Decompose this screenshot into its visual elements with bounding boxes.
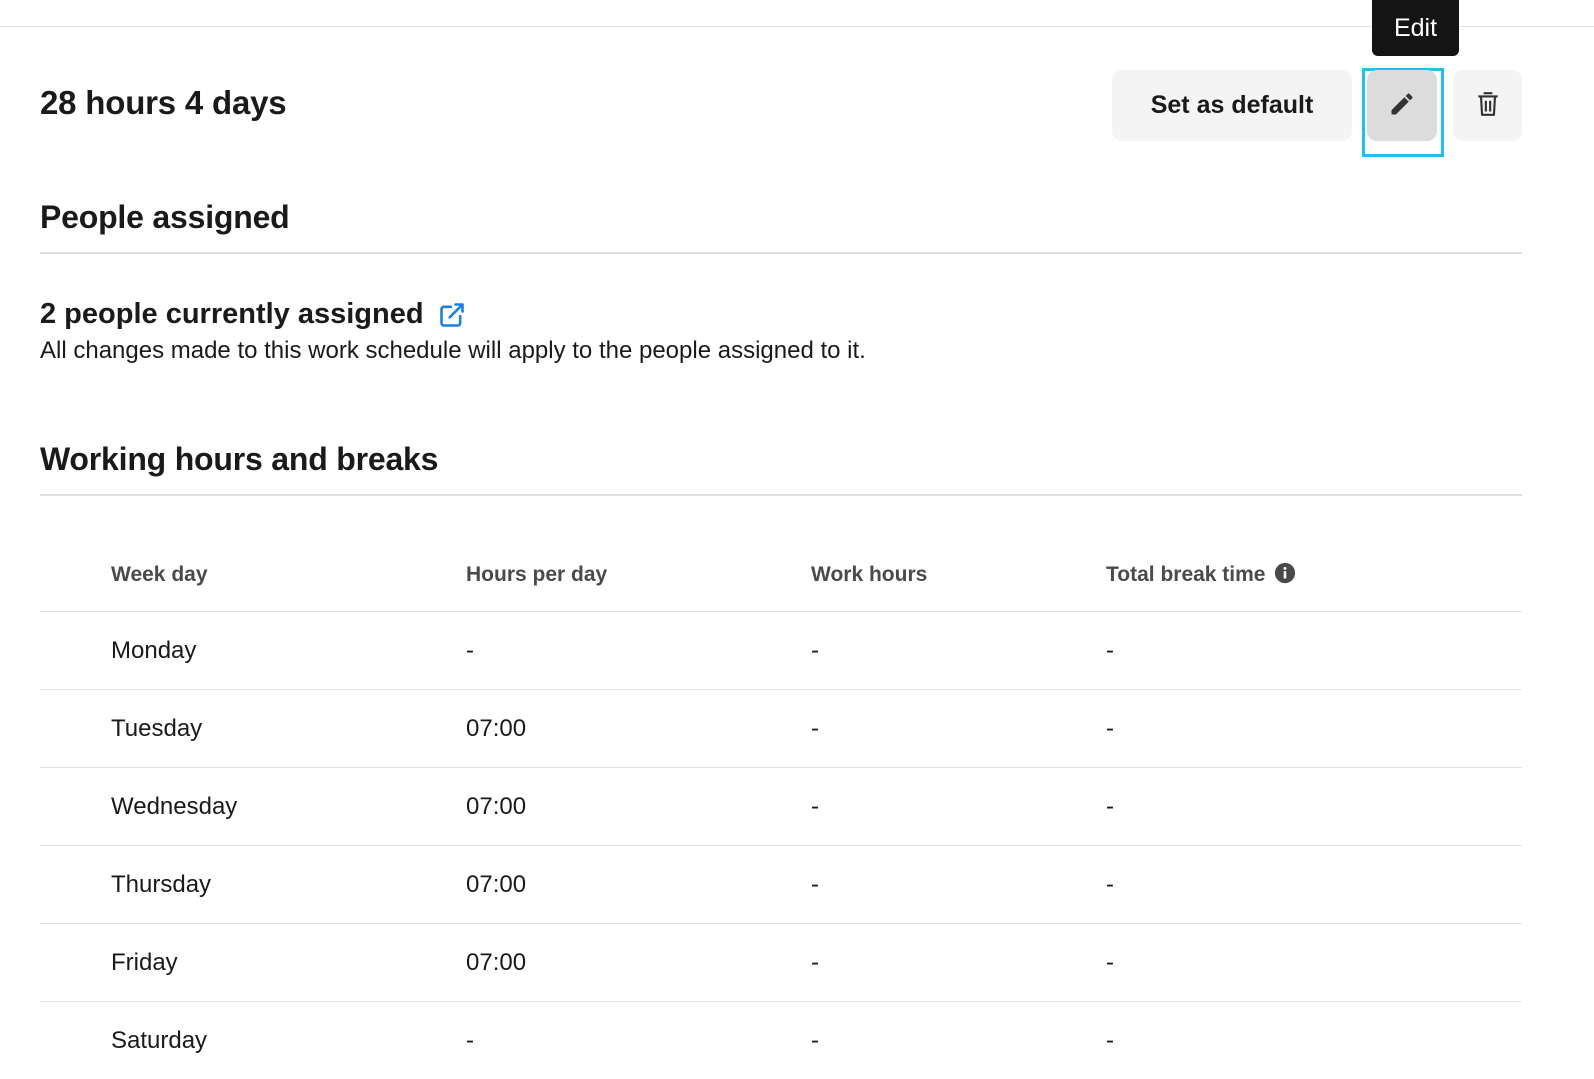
week-day-cell: Wednesday [40,768,466,846]
column-header-label: Total break time [1106,563,1266,586]
table-row: Thursday 07:00 - - [40,846,1522,924]
work-hours-cell: - [811,1002,1106,1079]
column-header-work-hours: Work hours [811,538,1106,612]
table-header-row: Week day Hours per day Work hours Total … [40,538,1522,612]
working-hours-table: Week day Hours per day Work hours Total … [40,538,1522,1079]
set-as-default-button[interactable]: Set as default [1112,70,1352,141]
break-time-cell: - [1106,768,1522,846]
top-divider [0,26,1594,27]
table-row: Friday 07:00 - - [40,924,1522,1002]
work-hours-cell: - [811,846,1106,924]
column-header-hours-per-day: Hours per day [466,538,811,612]
table-row: Tuesday 07:00 - - [40,690,1522,768]
break-time-cell: - [1106,924,1522,1002]
pencil-icon [1388,90,1416,121]
hours-per-day-cell: 07:00 [466,846,811,924]
table-row: Monday - - - [40,612,1522,690]
people-assigned-count: 2 people currently assigned [40,298,424,331]
table-row: Saturday - - - [40,1002,1522,1079]
column-header-week-day: Week day [40,538,466,612]
trash-icon [1475,90,1501,121]
break-time-cell: - [1106,846,1522,924]
work-hours-cell: - [811,924,1106,1002]
people-assigned-description: All changes made to this work schedule w… [40,337,866,365]
section-divider [40,494,1522,496]
hours-per-day-cell: 07:00 [466,768,811,846]
working-hours-heading: Working hours and breaks [40,441,438,478]
delete-button[interactable] [1453,70,1522,141]
people-assigned-title: 2 people currently assigned [40,298,466,331]
edit-tooltip: Edit [1372,0,1459,56]
people-assigned-heading: People assigned [40,199,290,236]
week-day-cell: Thursday [40,846,466,924]
hours-per-day-cell: - [466,1002,811,1079]
column-header-total-break-time: Total break time [1106,538,1522,612]
external-link-icon[interactable] [438,301,466,329]
week-day-cell: Friday [40,924,466,1002]
page-title: 28 hours 4 days [40,84,286,122]
work-hours-cell: - [811,690,1106,768]
info-icon[interactable] [1274,562,1296,584]
table-row: Wednesday 07:00 - - [40,768,1522,846]
week-day-cell: Saturday [40,1002,466,1079]
section-divider [40,252,1522,254]
hours-per-day-cell: - [466,612,811,690]
edit-button[interactable] [1367,70,1437,141]
hours-per-day-cell: 07:00 [466,690,811,768]
week-day-cell: Tuesday [40,690,466,768]
break-time-cell: - [1106,690,1522,768]
break-time-cell: - [1106,1002,1522,1079]
hours-per-day-cell: 07:00 [466,924,811,1002]
work-hours-cell: - [811,768,1106,846]
break-time-cell: - [1106,612,1522,690]
work-hours-cell: - [811,612,1106,690]
week-day-cell: Monday [40,612,466,690]
